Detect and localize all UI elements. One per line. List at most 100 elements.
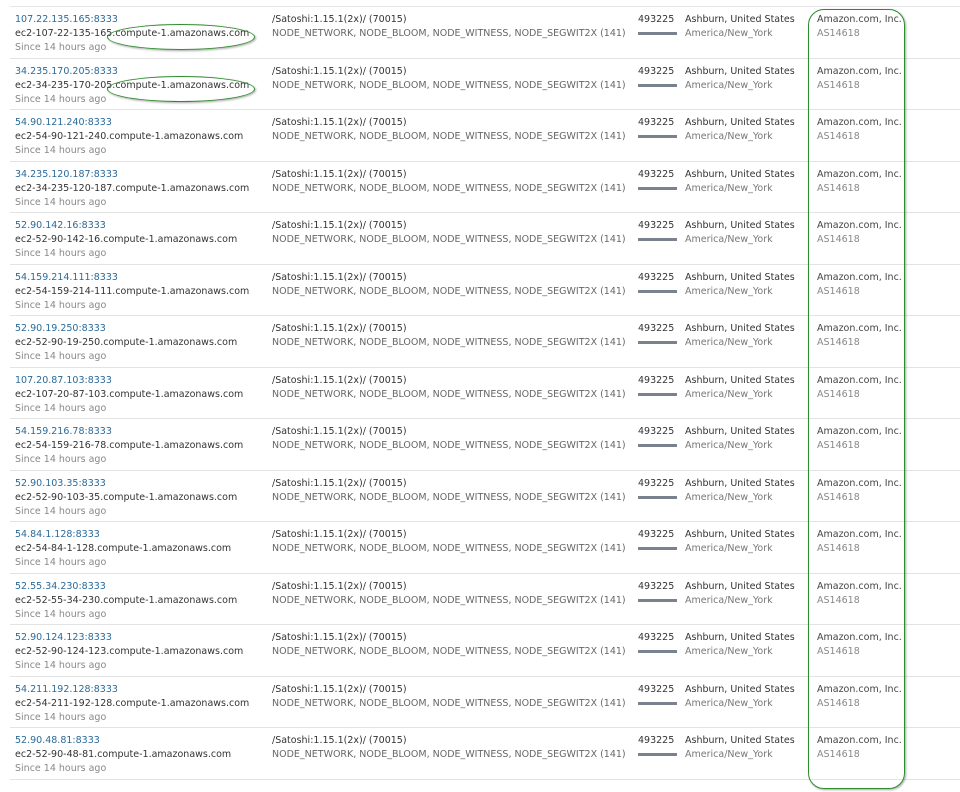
location-cell: Ashburn, United States America/New_York (685, 271, 795, 299)
location-text: Ashburn, United States (685, 580, 795, 592)
user-agent-text: /Satoshi:1.15.1(2x)/ (70015) (272, 529, 407, 540)
user-agent-text: /Satoshi:1.15.1(2x)/ (70015) (272, 271, 407, 283)
timezone-text: America/New_York (685, 749, 773, 760)
timezone-text: America/New_York (685, 646, 773, 657)
services-text: NODE_NETWORK, NODE_BLOOM, NODE_WITNESS, … (272, 594, 626, 606)
location-cell: Ashburn, United States America/New_York (685, 528, 795, 556)
location-cell: Ashburn, United States America/New_York (685, 13, 795, 41)
height-cell: 493225 (638, 13, 678, 35)
location-cell: Ashburn, United States America/New_York (685, 322, 795, 350)
services-text: NODE_NETWORK, NODE_BLOOM, NODE_WITNESS, … (272, 182, 626, 194)
timezone-text: America/New_York (685, 285, 773, 297)
since-text: Since 14 hours ago (15, 557, 107, 568)
height-bar (638, 135, 677, 138)
node-address-link[interactable]: 52.90.19.250:8333 (15, 322, 237, 336)
node-address-link[interactable]: 52.90.124.123:8333 (15, 631, 243, 645)
block-height-text: 493225 (638, 580, 675, 592)
user-agent-text: /Satoshi:1.15.1(2x)/ (70015) (272, 323, 407, 334)
block-height-text: 493225 (638, 65, 675, 77)
node-address-link[interactable]: 54.84.1.128:8333 (15, 528, 231, 542)
hostname-text: ec2-52-90-19-250.compute-1.amazonaws.com (15, 337, 238, 348)
hostname-text: ec2-52-90-103-35.compute-1.amazonaws.com (15, 491, 238, 503)
height-bar (638, 341, 677, 344)
user-agent-text: /Satoshi:1.15.1(2x)/ (70015) (272, 632, 407, 643)
services-text: NODE_NETWORK, NODE_BLOOM, NODE_WITNESS, … (272, 543, 626, 554)
user-agent-cell: /Satoshi:1.15.1(2x)/ (70015) NODE_NETWORK… (272, 322, 626, 350)
location-cell: Ashburn, United States America/New_York (685, 65, 795, 93)
height-cell: 493225 (638, 734, 678, 756)
timezone-text: America/New_York (685, 337, 773, 348)
location-text: Ashburn, United States (685, 323, 795, 334)
height-bar (638, 598, 677, 602)
height-bar (638, 289, 677, 293)
location-cell: Ashburn, United States America/New_York (685, 683, 795, 711)
hostname-text: ec2-52-90-48-81.compute-1.amazonaws.com (15, 749, 232, 760)
height-bar (638, 701, 677, 705)
node-address-link[interactable]: 54.159.216.78:8333 (15, 425, 243, 439)
block-height-text: 493225 (638, 168, 675, 180)
location-cell: Ashburn, United States America/New_York (685, 425, 795, 453)
user-agent-text: /Satoshi:1.15.1(2x)/ (70015) (272, 580, 407, 592)
address-cell: 34.235.120.187:8333 ec2-34-235-120-187.co… (15, 168, 249, 210)
user-agent-text: /Satoshi:1.15.1(2x)/ (70015) (272, 735, 407, 746)
location-cell: Ashburn, United States America/New_York (685, 734, 795, 762)
height-cell: 493225 (638, 65, 678, 87)
node-address-link[interactable]: 34.235.120.187:8333 (15, 168, 249, 182)
height-bar (638, 547, 677, 550)
user-agent-cell: /Satoshi:1.15.1(2x)/ (70015) NODE_NETWORK… (272, 683, 626, 711)
node-address-link[interactable]: 52.55.34.230:8333 (15, 580, 237, 594)
since-text: Since 14 hours ago (15, 454, 107, 465)
node-address-link[interactable]: 52.90.142.16:8333 (15, 219, 237, 233)
since-text: Since 14 hours ago (15, 299, 107, 311)
block-height-text: 493225 (638, 117, 675, 128)
height-cell: 493225 (638, 116, 678, 138)
block-height-text: 493225 (638, 220, 675, 231)
location-text: Ashburn, United States (685, 735, 795, 746)
address-cell: 52.90.103.35:8333 ec2-52-90-103-35.comput… (15, 477, 237, 519)
location-cell: Ashburn, United States America/New_York (685, 219, 795, 247)
user-agent-text: /Satoshi:1.15.1(2x)/ (70015) (272, 65, 407, 77)
timezone-text: America/New_York (685, 79, 773, 91)
location-text: Ashburn, United States (685, 477, 795, 489)
hostname-text: ec2-107-20-87-103.compute-1.amazonaws.co… (15, 388, 244, 400)
address-cell: 54.211.192.128:8333 ec2-54-211-192-128.co… (15, 683, 249, 725)
location-cell: Ashburn, United States America/New_York (685, 374, 795, 402)
since-text: Since 14 hours ago (15, 660, 107, 671)
since-text: Since 14 hours ago (15, 351, 107, 362)
block-height-text: 493225 (638, 374, 675, 386)
location-text: Ashburn, United States (685, 271, 795, 283)
location-text: Ashburn, United States (685, 168, 795, 180)
node-address-link[interactable]: 54.159.214.111:8333 (15, 271, 249, 285)
hostname-text: ec2-34-235-120-187.compute-1.amazonaws.c… (15, 182, 250, 194)
node-address-link[interactable]: 52.90.103.35:8333 (15, 477, 237, 491)
node-address-link[interactable]: 52.90.48.81:8333 (15, 734, 231, 748)
hostname-text: ec2-52-55-34-230.compute-1.amazonaws.com (15, 594, 238, 606)
height-cell: 493225 (638, 528, 678, 550)
user-agent-cell: /Satoshi:1.15.1(2x)/ (70015) NODE_NETWORK… (272, 580, 626, 608)
height-bar (638, 495, 677, 499)
services-text: NODE_NETWORK, NODE_BLOOM, NODE_WITNESS, … (272, 79, 626, 91)
node-address-link[interactable]: 107.20.87.103:8333 (15, 374, 243, 388)
height-cell: 493225 (638, 683, 678, 705)
timezone-text: America/New_York (685, 543, 773, 554)
user-agent-text: /Satoshi:1.15.1(2x)/ (70015) (272, 14, 407, 25)
user-agent-cell: /Satoshi:1.15.1(2x)/ (70015) NODE_NETWORK… (272, 65, 626, 93)
timezone-text: America/New_York (685, 491, 773, 503)
highlight-ellipse-hostname-1 (107, 24, 255, 50)
location-cell: Ashburn, United States America/New_York (685, 580, 795, 608)
user-agent-cell: /Satoshi:1.15.1(2x)/ (70015) NODE_NETWORK… (272, 734, 626, 762)
services-text: NODE_NETWORK, NODE_BLOOM, NODE_WITNESS, … (272, 388, 626, 400)
services-text: NODE_NETWORK, NODE_BLOOM, NODE_WITNESS, … (272, 234, 626, 245)
services-text: NODE_NETWORK, NODE_BLOOM, NODE_WITNESS, … (272, 749, 626, 760)
hostname-text: ec2-54-211-192-128.compute-1.amazonaws.c… (15, 697, 250, 709)
node-address-link[interactable]: 54.211.192.128:8333 (15, 683, 249, 697)
timezone-text: America/New_York (685, 440, 773, 451)
height-cell: 493225 (638, 219, 678, 241)
user-agent-text: /Satoshi:1.15.1(2x)/ (70015) (272, 220, 407, 231)
services-text: NODE_NETWORK, NODE_BLOOM, NODE_WITNESS, … (272, 440, 626, 451)
user-agent-text: /Satoshi:1.15.1(2x)/ (70015) (272, 168, 407, 180)
since-text: Since 14 hours ago (15, 402, 107, 414)
block-height-text: 493225 (638, 271, 675, 283)
address-cell: 52.90.48.81:8333 ec2-52-90-48-81.compute-… (15, 734, 231, 776)
node-address-link[interactable]: 54.90.121.240:8333 (15, 116, 243, 130)
